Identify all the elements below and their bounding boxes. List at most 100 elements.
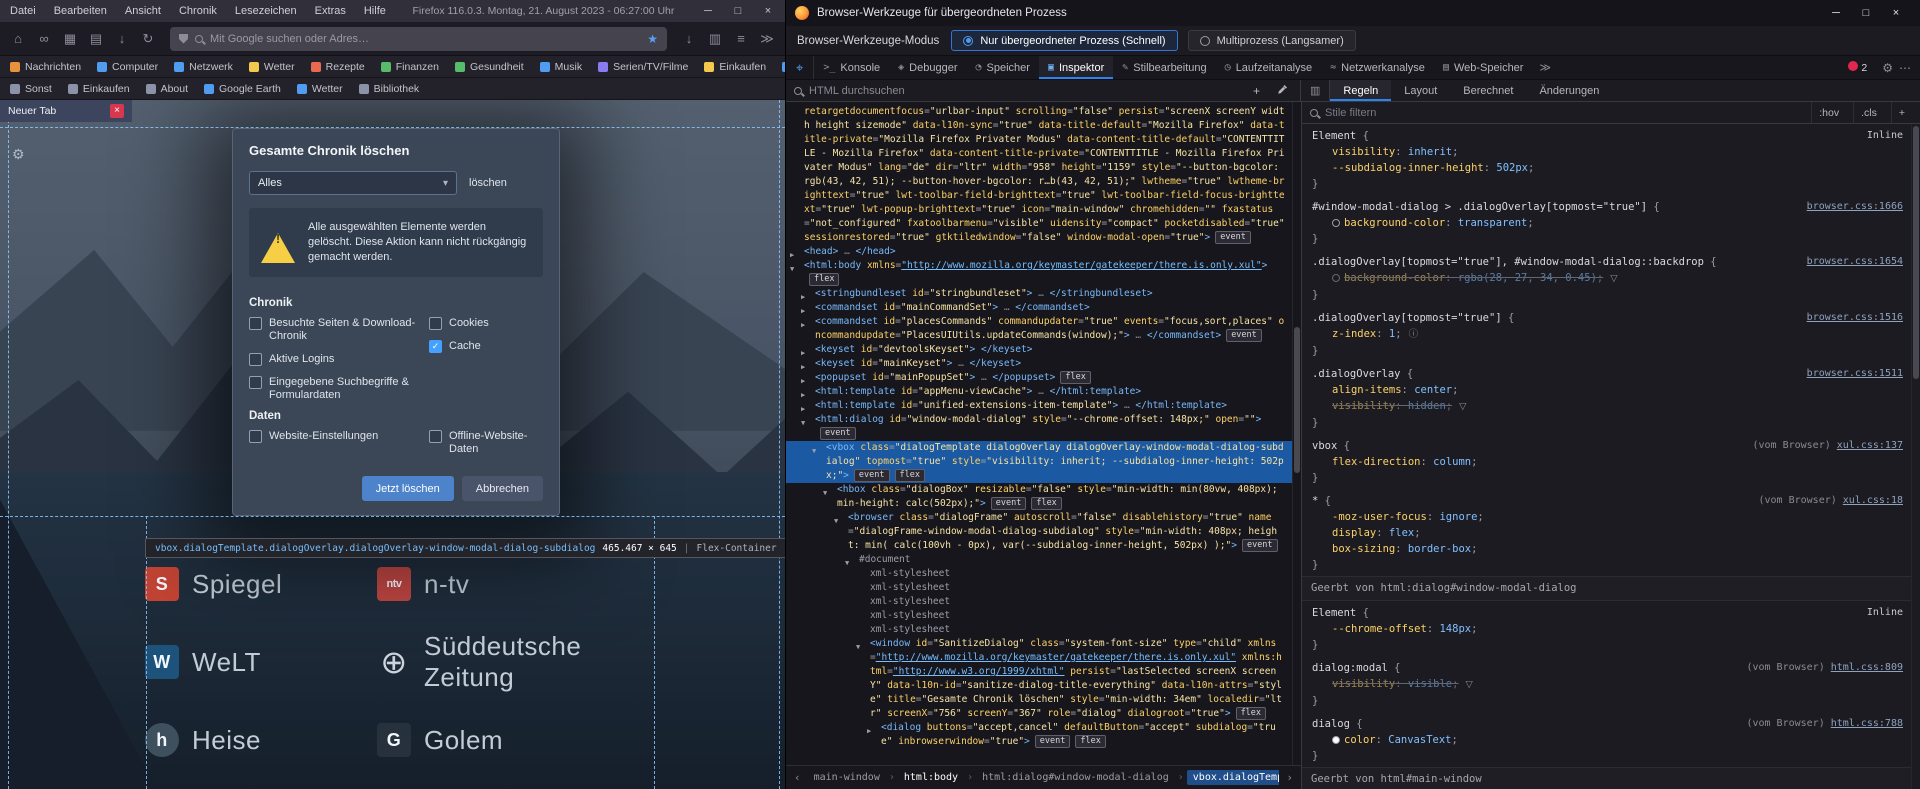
toolbox-close-button[interactable]: × <box>1881 0 1911 26</box>
shortcut-heise[interactable]: hHeise <box>145 723 377 757</box>
overridden-filter-icon[interactable]: ▽ <box>1465 679 1472 690</box>
sidebar-tab-layout[interactable]: Layout <box>1391 80 1450 101</box>
css-declaration[interactable]: --subdialog-inner-height: 502px; <box>1312 160 1903 176</box>
bookmark-item[interactable]: Gesundheit <box>455 61 524 73</box>
color-swatch[interactable] <box>1332 274 1340 282</box>
markup-search-input[interactable]: HTML durchsuchen <box>809 85 1241 97</box>
checkbox-label[interactable]: Eingegebene Suchbegriffe & Formulardaten <box>269 376 429 402</box>
css-declaration[interactable]: visibility: hidden;▽ <box>1312 398 1903 415</box>
checkbox-box[interactable] <box>249 376 262 389</box>
infinity-icon[interactable]: ∞ <box>32 28 56 50</box>
rule-selector[interactable]: dialog <box>1312 718 1350 730</box>
bookmark-item[interactable]: Rezepte <box>311 61 365 73</box>
element-picker-icon[interactable]: ⌖ <box>786 56 814 79</box>
stylesheet-location[interactable]: Inline <box>1867 605 1903 621</box>
rule-selector[interactable]: vbox <box>1312 440 1337 452</box>
stylesheet-link[interactable]: xul.css:18 <box>1843 495 1903 506</box>
settings-icon[interactable]: ⚙ <box>1882 61 1893 75</box>
bookmark-item[interactable]: Finanzen <box>381 61 439 73</box>
menu-item-hilfe[interactable]: Hilfe <box>356 5 394 17</box>
cancel-button[interactable]: Abbrechen <box>462 476 543 501</box>
stylesheet-link[interactable]: html.css:788 <box>1831 718 1903 729</box>
expand-arrow[interactable]: ▼ <box>834 514 838 528</box>
css-declaration[interactable]: flex-direction: column; <box>1312 454 1903 470</box>
clear-now-button[interactable]: Jetzt löschen <box>362 476 454 501</box>
color-swatch[interactable] <box>1332 736 1340 744</box>
sidebar-tab-berechnet[interactable]: Berechnet <box>1450 80 1526 101</box>
class-panel-button[interactable]: .cls <box>1853 102 1884 123</box>
checkbox-box[interactable] <box>249 317 262 330</box>
menu-item-chronik[interactable]: Chronik <box>171 5 225 17</box>
shortcut-s-ddeutsche-zeitung[interactable]: ⊕Süddeutsche Zeitung <box>377 631 660 693</box>
sidebar-toggle-icon[interactable]: ▥ <box>1301 80 1330 101</box>
tool-tab-netzwerkanalyse[interactable]: ≈Netzwerkanalyse <box>1321 56 1434 79</box>
css-declaration[interactable]: box-sizing: border-box; <box>1312 541 1903 557</box>
checkbox-label[interactable]: Offline-Website-Daten <box>449 430 543 456</box>
bookmark-item[interactable]: Bibliothek <box>359 83 420 95</box>
css-declaration[interactable]: color: CanvasText; <box>1312 732 1903 748</box>
stylesheet-link[interactable]: browser.css:1666 <box>1807 201 1903 212</box>
markup-node[interactable]: ▶<commandset id="placesCommands" command… <box>786 315 1301 343</box>
checkbox-aktive-logins[interactable]: Aktive Logins <box>249 353 429 366</box>
tab-close-button[interactable]: × <box>110 104 124 118</box>
tool-tab-laufzeitanalyse[interactable]: ◷Laufzeitanalyse <box>1216 56 1321 79</box>
markup-node[interactable]: ▶<html:template id="appMenu-viewCache"> … <box>786 385 1301 399</box>
css-declaration[interactable]: visibility: visible;▽ <box>1312 676 1903 693</box>
badge-event[interactable]: event <box>820 427 856 440</box>
markup-node[interactable]: xml-stylesheet <box>786 609 1301 623</box>
markup-node[interactable]: ▼<hbox class="dialogBox" resizable="fals… <box>786 483 1301 511</box>
sidebar-tab-änderungen[interactable]: Änderungen <box>1526 80 1612 101</box>
checkbox-label[interactable]: Besuchte Seiten & Download-Chronik <box>269 317 429 343</box>
toolbox-minimize-button[interactable]: ─ <box>1821 0 1851 26</box>
stylesheet-location[interactable]: browser.css:1654 <box>1807 254 1903 270</box>
error-badge[interactable]: 2 <box>1848 61 1867 74</box>
breadcrumb-forward-arrow[interactable]: › <box>1282 771 1297 784</box>
mode-option[interactable]: Multiprozess (Langsamer) <box>1188 30 1356 51</box>
attr-value[interactable]: "http://www.mozilla.org/keymaster/gateke… <box>876 652 1236 663</box>
markup-node[interactable]: ▶<stringbundleset id="stringbundleset"> … <box>786 287 1301 301</box>
markup-node[interactable]: ▼<html:dialog id="window-modal-dialog" s… <box>786 413 1301 441</box>
tool-tab-stilbearbeitung[interactable]: ✎Stilbearbeitung <box>1113 56 1215 79</box>
panel-list-icon[interactable]: ▤ <box>84 28 108 50</box>
rules-scrollbar-thumb[interactable] <box>1913 126 1919 379</box>
rule-selector[interactable]: .dialogOverlay[topmost="true"] <box>1312 312 1502 324</box>
badge-event[interactable]: event <box>991 497 1027 510</box>
markup-node[interactable]: retargetdocumentfocus="urlbar-input" scr… <box>786 105 1301 245</box>
attr-value[interactable]: "http://www.w3.org/1999/xhtml" <box>893 666 1065 677</box>
markup-search[interactable]: HTML durchsuchen + <box>786 80 1301 101</box>
home-icon[interactable]: ⌂ <box>6 28 30 50</box>
breadcrumb-back-arrow[interactable]: ‹ <box>790 771 805 784</box>
stylesheet-location[interactable]: (vom Browser) html.css:788 <box>1746 716 1903 732</box>
rule-selector[interactable]: dialog:modal <box>1312 662 1388 674</box>
newtab-settings-gear-icon[interactable]: ⚙ <box>12 146 25 163</box>
shortcut-golem[interactable]: GGolem <box>377 723 660 757</box>
checkbox-box[interactable] <box>429 317 442 330</box>
rules-scrollbar[interactable] <box>1911 124 1920 789</box>
bookmark-item[interactable]: Einkaufen <box>704 61 766 73</box>
rule-selector[interactable]: Element <box>1312 130 1356 142</box>
apps-grid-icon[interactable]: ▦ <box>58 28 82 50</box>
bookmark-item[interactable]: Computer <box>97 61 158 73</box>
rule-selector[interactable]: .dialogOverlay[topmost="true"], #window-… <box>1312 256 1704 268</box>
stylesheet-link[interactable]: html.css:809 <box>1831 662 1903 673</box>
stylesheet-location[interactable]: Inline <box>1867 128 1903 144</box>
checkbox-besuchte-seiten-download-chronik[interactable]: Besuchte Seiten & Download-Chronik <box>249 317 429 343</box>
markup-node[interactable]: ▶<dialog buttons="accept,cancel" default… <box>786 721 1301 749</box>
css-declaration[interactable]: --chrome-offset: 148px; <box>1312 621 1903 637</box>
shortcut-spiegel[interactable]: SSpiegel <box>145 567 377 601</box>
markup-node[interactable]: ▼<browser class="dialogFrame" autoscroll… <box>786 511 1301 553</box>
bookmark-item[interactable]: Netzwerk <box>174 61 233 73</box>
menu-item-extras[interactable]: Extras <box>307 5 354 17</box>
tool-tab-debugger[interactable]: ◈Debugger <box>889 56 966 79</box>
eyedropper-icon[interactable] <box>1272 84 1292 98</box>
overridden-filter-icon[interactable]: ▽ <box>1610 273 1617 284</box>
bookmark-item[interactable]: About <box>146 83 188 95</box>
markup-node[interactable]: xml-stylesheet <box>786 581 1301 595</box>
stylesheet-location[interactable]: browser.css:1511 <box>1807 366 1903 382</box>
mode-option[interactable]: Nur übergeordneter Prozess (Schnell) <box>951 30 1177 51</box>
badge-event[interactable]: event <box>1226 329 1262 342</box>
checkbox-label[interactable]: Cookies <box>449 317 489 330</box>
expand-arrow[interactable]: ▶ <box>867 724 871 738</box>
bookmark-item[interactable]: Einkaufen <box>68 83 130 95</box>
rule-selector[interactable]: .dialogOverlay <box>1312 368 1401 380</box>
